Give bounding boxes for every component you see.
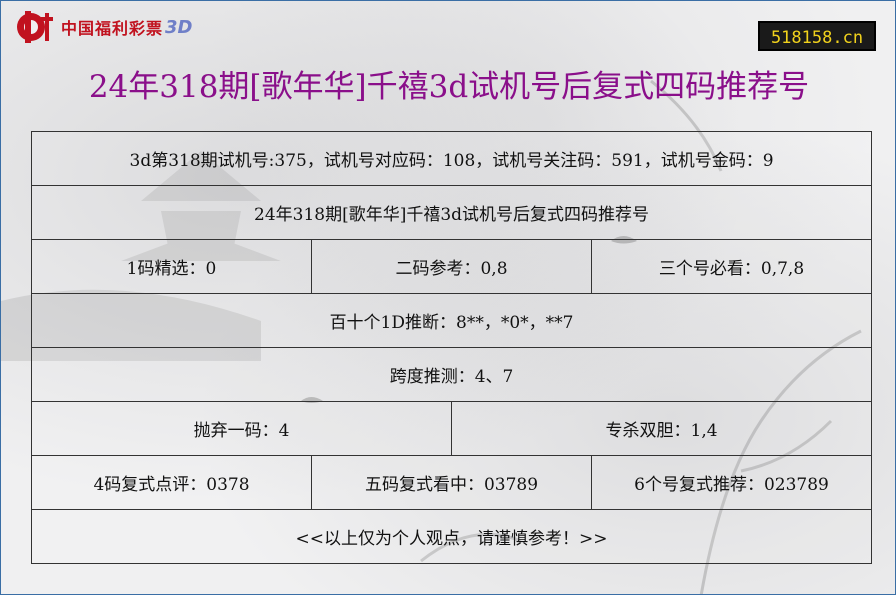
logo-3d-text: 3D [165, 16, 193, 38]
disclaimer-cell: <<以上仅为个人观点，请谨慎参考！>> [30, 509, 873, 564]
table-row: 1码精选：0 二码参考：0,8 三个号必看：0,7,8 [31, 239, 873, 294]
three-numbers-cell: 三个号必看：0,7,8 [590, 239, 873, 294]
lottery-logo: 中国福利彩票 3D [11, 9, 192, 45]
table-row: 3d第318期试机号:375，试机号对应码：108，试机号关注码：591，试机号… [30, 131, 873, 186]
five-code-compound-cell: 五码复式看中：03789 [311, 455, 592, 510]
table-row: <<以上仅为个人观点，请谨慎参考！>> [30, 509, 873, 564]
span-cell: 跨度推测：4、7 [30, 347, 873, 402]
discard-one-cell: 抛弃一码：4 [31, 401, 452, 456]
recommend-title-cell: 24年318期[歌年华]千禧3d试机号后复式四码推荐号 [30, 185, 873, 240]
trial-numbers-cell: 3d第318期试机号:375，试机号对应码：108，试机号关注码：591，试机号… [30, 131, 873, 186]
page-title: 24年318期[歌年华]千禧3d试机号后复式四码推荐号 [88, 69, 810, 105]
one-code-cell: 1码精选：0 [31, 239, 312, 294]
table-row: 4码复式点评：0378 五码复式看中：03789 6个号复式推荐：023789 [31, 455, 873, 510]
page-frame: 中国福利彩票 3D 518158.cn 24年318期[歌年华]千禧3d试机号后… [0, 0, 896, 595]
table-row: 24年318期[歌年华]千禧3d试机号后复式四码推荐号 [30, 185, 873, 240]
table-row: 百十个1D推断：8**，*0*，**7 [30, 293, 873, 348]
four-code-compound-cell: 4码复式点评：0378 [31, 455, 312, 510]
table-row: 跨度推测：4、7 [30, 347, 873, 402]
site-domain-badge[interactable]: 518158.cn [758, 21, 876, 51]
kill-pair-cell: 专杀双胆：1,4 [450, 401, 873, 456]
cwl-lottery-logo-icon [17, 11, 53, 43]
position-1d-cell: 百十个1D推断：8**，*0*，**7 [30, 293, 873, 348]
two-code-cell: 二码参考：0,8 [311, 239, 592, 294]
recommendation-table: 3d第318期试机号:375，试机号对应码：108，试机号关注码：591，试机号… [30, 131, 873, 564]
six-code-compound-cell: 6个号复式推荐：023789 [590, 455, 873, 510]
logo-text: 中国福利彩票 [61, 19, 164, 38]
table-row: 抛弃一码：4 专杀双胆：1,4 [31, 401, 873, 456]
